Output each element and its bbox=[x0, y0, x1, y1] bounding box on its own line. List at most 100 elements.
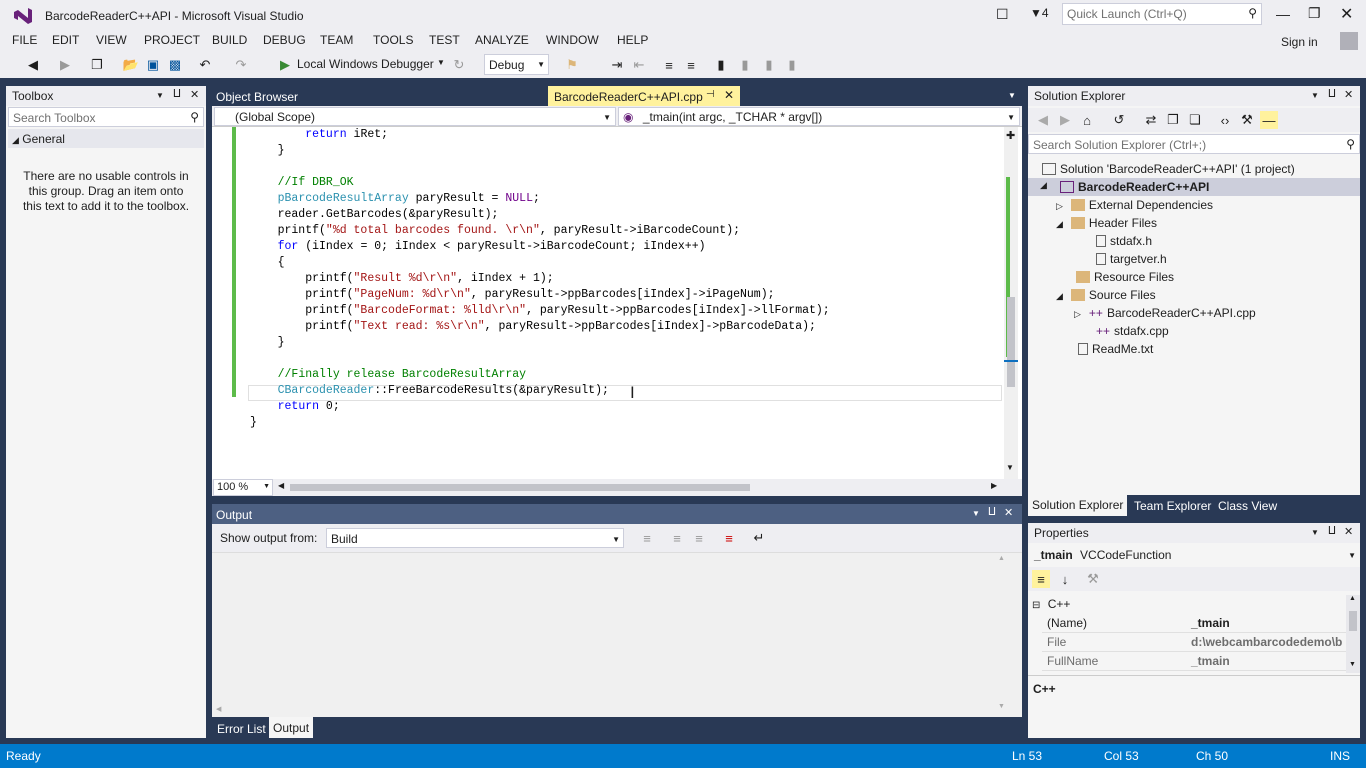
pin-icon[interactable]: ⊣ bbox=[706, 89, 715, 100]
find-in-files-icon[interactable]: ⚑ bbox=[563, 56, 581, 74]
close-icon[interactable]: ✕ bbox=[190, 88, 199, 101]
close-icon[interactable]: ✕ bbox=[1004, 506, 1013, 519]
property-pages-icon[interactable]: ⚒ bbox=[1084, 570, 1102, 588]
tree-project-selected[interactable]: ◢ BarcodeReaderC++API bbox=[1028, 178, 1360, 196]
refresh-icon[interactable]: ↻ bbox=[450, 56, 468, 74]
toggle-word-wrap-icon[interactable]: ↵ bbox=[750, 529, 768, 547]
expanded-triangle-icon[interactable]: ◢ bbox=[1040, 180, 1047, 191]
scroll-down-icon[interactable]: ▼ bbox=[998, 703, 1005, 710]
menu-debug[interactable]: DEBUG bbox=[263, 33, 306, 47]
chevron-down-icon[interactable]: ▼ bbox=[1311, 91, 1319, 100]
bookmark-icon[interactable]: ▮ bbox=[712, 56, 730, 74]
tab-object-browser[interactable]: Object Browser bbox=[212, 87, 302, 107]
close-tab-icon[interactable]: ✕ bbox=[724, 88, 734, 102]
next-message-icon[interactable]: ≡ bbox=[690, 529, 708, 547]
menu-team[interactable]: TEAM bbox=[320, 33, 353, 47]
property-row-name[interactable]: (Name) _tmain bbox=[1042, 614, 1346, 633]
restore-button[interactable]: ❐ bbox=[1308, 5, 1321, 22]
home-icon[interactable]: ⌂ bbox=[1078, 111, 1096, 129]
view-code-icon[interactable]: ‹› bbox=[1216, 111, 1234, 129]
find-message-icon[interactable]: ≡ bbox=[638, 529, 656, 547]
pin-icon[interactable]: ⨿ bbox=[988, 506, 996, 519]
output-text-area[interactable]: ▲ ▼ ◀ bbox=[212, 552, 1022, 717]
property-row-fullname[interactable]: FullName _tmain bbox=[1042, 652, 1346, 671]
code-editor[interactable]: return iRet; } //If DBR_OK pBarcodeResul… bbox=[212, 127, 1022, 479]
quick-launch-input[interactable]: Quick Launch (Ctrl+Q) ⚲ bbox=[1062, 3, 1262, 25]
member-dropdown[interactable]: ◉ _tmain(int argc, _TCHAR * argv[]) ▼ bbox=[618, 107, 1020, 126]
chevron-down-icon[interactable]: ▼ bbox=[972, 509, 980, 518]
menu-test[interactable]: TEST bbox=[429, 33, 460, 47]
forward-icon[interactable]: ▶ bbox=[1056, 111, 1074, 129]
tree-resource-files[interactable]: Resource Files bbox=[1076, 270, 1174, 284]
menu-file[interactable]: FILE bbox=[12, 33, 37, 47]
comment-icon[interactable]: ≡ bbox=[660, 56, 678, 74]
tab-error-list[interactable]: Error List bbox=[213, 719, 270, 739]
back-icon[interactable]: ◀ bbox=[1034, 111, 1052, 129]
toolbox-search-input[interactable]: Search Toolbox ⚲ bbox=[8, 107, 204, 127]
notifications-flag-icon[interactable]: ▼4 bbox=[1030, 6, 1049, 20]
undo-icon[interactable]: ↶ bbox=[196, 56, 214, 74]
close-icon[interactable]: ✕ bbox=[1344, 525, 1353, 538]
tree-solution[interactable]: Solution 'BarcodeReaderC++API' (1 projec… bbox=[1042, 162, 1295, 176]
menu-project[interactable]: PROJECT bbox=[144, 33, 200, 47]
solution-search-input[interactable]: Search Solution Explorer (Ctrl+;) ⚲ bbox=[1028, 134, 1360, 154]
chevron-down-icon[interactable]: ▼ bbox=[1311, 528, 1319, 537]
minimize-button[interactable]: — bbox=[1276, 6, 1290, 22]
menu-window[interactable]: WINDOW bbox=[546, 33, 599, 47]
step-over-icon[interactable]: ⇥ bbox=[608, 56, 626, 74]
feedback-icon[interactable]: ☐ bbox=[996, 6, 1009, 23]
output-source-select[interactable]: Build ▼ bbox=[326, 528, 624, 548]
previous-message-icon[interactable]: ≡ bbox=[668, 529, 686, 547]
menu-tools[interactable]: TOOLS bbox=[373, 33, 413, 47]
open-file-icon[interactable]: 📂 bbox=[122, 56, 140, 74]
scroll-up-icon[interactable]: ▲ bbox=[1349, 595, 1356, 602]
debugger-dropdown-chevron-down-icon[interactable]: ▼ bbox=[437, 58, 445, 67]
categorized-icon[interactable]: ≡ bbox=[1032, 570, 1050, 588]
horizontal-scroll-thumb[interactable] bbox=[290, 484, 750, 491]
scroll-left-icon[interactable]: ◀ bbox=[278, 481, 284, 490]
scroll-down-icon[interactable]: ▼ bbox=[1006, 463, 1014, 472]
avatar[interactable] bbox=[1340, 32, 1358, 50]
save-all-icon[interactable]: ▩ bbox=[166, 56, 184, 74]
preview-selected-icon[interactable]: — bbox=[1260, 111, 1278, 129]
tree-source-files[interactable]: ◢ Source Files bbox=[1056, 288, 1156, 302]
step-into-icon[interactable]: ⇤ bbox=[630, 56, 648, 74]
sync-icon[interactable]: ⇄ bbox=[1142, 111, 1160, 129]
next-bookmark-icon[interactable]: ▮ bbox=[760, 56, 778, 74]
tree-header-files[interactable]: ◢ Header Files bbox=[1056, 216, 1157, 230]
scroll-left-icon[interactable]: ◀ bbox=[216, 705, 221, 713]
tab-class-view[interactable]: Class View bbox=[1214, 496, 1281, 516]
properties-category[interactable]: ⊟ C++ bbox=[1028, 595, 1360, 613]
chevron-down-icon[interactable]: ▼ bbox=[156, 91, 164, 100]
menu-build[interactable]: BUILD bbox=[212, 33, 247, 47]
clear-bookmarks-icon[interactable]: ▮ bbox=[783, 56, 801, 74]
toolbox-group-general[interactable]: ◢ General bbox=[8, 129, 204, 148]
properties-object-select[interactable]: _tmain VCCodeFunction ▼ bbox=[1028, 545, 1360, 565]
pending-changes-filter-icon[interactable]: ↺ bbox=[1110, 111, 1128, 129]
close-button[interactable]: ✕ bbox=[1340, 4, 1353, 24]
properties-wrench-icon[interactable]: ⚒ bbox=[1238, 111, 1256, 129]
clear-all-icon[interactable]: ≡ bbox=[720, 529, 738, 547]
sign-in-link[interactable]: Sign in bbox=[1281, 35, 1318, 49]
tab-solution-explorer[interactable]: Solution Explorer bbox=[1028, 495, 1128, 516]
property-row-file[interactable]: File d:\webcambarcodedemo\b bbox=[1042, 633, 1346, 652]
menu-analyze[interactable]: ANALYZE bbox=[475, 33, 529, 47]
split-window-icon[interactable]: ✚ bbox=[1006, 129, 1015, 142]
scroll-thumb[interactable] bbox=[1349, 611, 1357, 631]
uncomment-icon[interactable]: ≡ bbox=[682, 56, 700, 74]
code-text[interactable]: return iRet; } //If DBR_OK pBarcodeResul… bbox=[250, 127, 830, 431]
collapse-all-icon[interactable]: ❐ bbox=[1164, 111, 1182, 129]
new-project-icon[interactable]: ❐ bbox=[88, 56, 106, 74]
zoom-select[interactable]: 100 % ▼ bbox=[213, 479, 273, 496]
scroll-thumb[interactable] bbox=[1007, 297, 1015, 387]
tree-external-dependencies[interactable]: ▷ External Dependencies bbox=[1056, 198, 1213, 212]
debugger-button[interactable]: Local Windows Debugger bbox=[297, 57, 434, 71]
close-icon[interactable]: ✕ bbox=[1344, 88, 1353, 101]
scope-dropdown[interactable]: (Global Scope) ▼ bbox=[214, 107, 616, 126]
tab-output[interactable]: Output bbox=[269, 717, 314, 738]
pin-icon[interactable]: ⨿ bbox=[173, 88, 181, 101]
scroll-down-icon[interactable]: ▼ bbox=[1349, 661, 1356, 668]
tab-team-explorer[interactable]: Team Explorer bbox=[1130, 496, 1215, 516]
pin-icon[interactable]: ⨿ bbox=[1328, 88, 1336, 101]
menu-view[interactable]: VIEW bbox=[96, 33, 127, 47]
